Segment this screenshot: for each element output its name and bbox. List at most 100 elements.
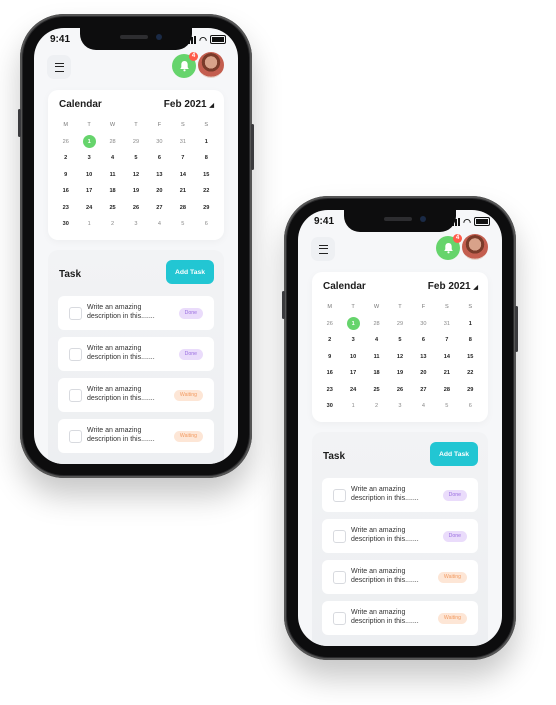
calendar-day[interactable]: 10: [77, 167, 100, 184]
calendar-day[interactable]: 29: [195, 200, 218, 217]
calendar-day[interactable]: 25: [365, 382, 388, 399]
task-checkbox[interactable]: [333, 571, 346, 584]
task-checkbox[interactable]: [69, 389, 82, 402]
calendar-day[interactable]: 17: [77, 183, 100, 200]
calendar-day[interactable]: 30: [54, 216, 77, 233]
calendar-day[interactable]: 31: [435, 316, 458, 333]
calendar-day[interactable]: 6: [459, 398, 482, 415]
calendar-day[interactable]: 31: [171, 134, 194, 151]
calendar-day[interactable]: 4: [101, 150, 124, 167]
task-checkbox[interactable]: [333, 530, 346, 543]
calendar-day[interactable]: 1: [341, 398, 364, 415]
task-item[interactable]: Write an amazing description in this....…: [322, 560, 478, 594]
calendar-day[interactable]: 5: [124, 150, 147, 167]
calendar-day[interactable]: 14: [171, 167, 194, 184]
task-checkbox[interactable]: [333, 612, 346, 625]
calendar-day[interactable]: 8: [195, 150, 218, 167]
task-checkbox[interactable]: [333, 489, 346, 502]
calendar-day[interactable]: 18: [365, 365, 388, 382]
calendar-day[interactable]: 4: [148, 216, 171, 233]
calendar-day[interactable]: 11: [365, 349, 388, 366]
task-item[interactable]: Write an amazing description in this....…: [58, 337, 214, 371]
calendar-day[interactable]: 11: [101, 167, 124, 184]
calendar-day[interactable]: 26: [124, 200, 147, 217]
calendar-day[interactable]: 15: [459, 349, 482, 366]
calendar-day[interactable]: 21: [171, 183, 194, 200]
calendar-day[interactable]: 26: [318, 316, 341, 333]
calendar-day[interactable]: 24: [341, 382, 364, 399]
calendar-day[interactable]: 13: [412, 349, 435, 366]
calendar-day[interactable]: 7: [435, 332, 458, 349]
calendar-day[interactable]: 8: [459, 332, 482, 349]
calendar-day[interactable]: 5: [171, 216, 194, 233]
calendar-day[interactable]: 14: [435, 349, 458, 366]
calendar-day[interactable]: 23: [54, 200, 77, 217]
calendar-day[interactable]: 18: [101, 183, 124, 200]
calendar-day[interactable]: 2: [365, 398, 388, 415]
calendar-day[interactable]: 30: [318, 398, 341, 415]
calendar-day[interactable]: 27: [412, 382, 435, 399]
calendar-day-selected[interactable]: 1: [77, 134, 100, 151]
task-item[interactable]: Write an amazing description in this....…: [322, 601, 478, 635]
calendar-day[interactable]: 16: [54, 183, 77, 200]
calendar-day[interactable]: 6: [195, 216, 218, 233]
calendar-day[interactable]: 26: [54, 134, 77, 151]
calendar-day[interactable]: 9: [318, 349, 341, 366]
task-checkbox[interactable]: [69, 348, 82, 361]
calendar-day[interactable]: 17: [341, 365, 364, 382]
calendar-day[interactable]: 13: [148, 167, 171, 184]
calendar-day[interactable]: 20: [412, 365, 435, 382]
notifications-button[interactable]: 4: [172, 52, 198, 78]
calendar-day[interactable]: 16: [318, 365, 341, 382]
avatar[interactable]: [198, 52, 224, 78]
calendar-day[interactable]: 22: [195, 183, 218, 200]
calendar-day[interactable]: 2: [54, 150, 77, 167]
task-checkbox[interactable]: [69, 430, 82, 443]
calendar-day[interactable]: 3: [388, 398, 411, 415]
menu-button[interactable]: [311, 237, 335, 261]
notifications-button[interactable]: 4: [436, 234, 462, 260]
calendar-day[interactable]: 7: [171, 150, 194, 167]
calendar-day[interactable]: 30: [148, 134, 171, 151]
calendar-day[interactable]: 26: [388, 382, 411, 399]
task-checkbox[interactable]: [69, 307, 82, 320]
calendar-day[interactable]: 23: [318, 382, 341, 399]
calendar-day-selected[interactable]: 1: [341, 316, 364, 333]
month-selector[interactable]: Feb 2021 ◢: [164, 99, 214, 110]
calendar-day[interactable]: 2: [318, 332, 341, 349]
calendar-day[interactable]: 19: [124, 183, 147, 200]
calendar-day[interactable]: 9: [54, 167, 77, 184]
calendar-day[interactable]: 10: [341, 349, 364, 366]
calendar-day[interactable]: 21: [435, 365, 458, 382]
calendar-day[interactable]: 4: [365, 332, 388, 349]
calendar-day[interactable]: 4: [412, 398, 435, 415]
calendar-day[interactable]: 29: [459, 382, 482, 399]
calendar-day[interactable]: 29: [388, 316, 411, 333]
month-selector[interactable]: Feb 2021 ◢: [428, 281, 478, 292]
calendar-day[interactable]: 22: [459, 365, 482, 382]
calendar-day[interactable]: 29: [124, 134, 147, 151]
avatar[interactable]: [462, 234, 488, 260]
calendar-day[interactable]: 12: [124, 167, 147, 184]
calendar-day[interactable]: 5: [388, 332, 411, 349]
calendar-day[interactable]: 30: [412, 316, 435, 333]
task-item[interactable]: Write an amazing description in this....…: [58, 378, 214, 412]
task-item[interactable]: Write an amazing description in this....…: [322, 478, 478, 512]
calendar-day[interactable]: 3: [77, 150, 100, 167]
calendar-day[interactable]: 5: [435, 398, 458, 415]
calendar-day[interactable]: 27: [148, 200, 171, 217]
calendar-day[interactable]: 12: [388, 349, 411, 366]
calendar-day[interactable]: 19: [388, 365, 411, 382]
task-item[interactable]: Write an amazing description in this....…: [322, 519, 478, 553]
calendar-day[interactable]: 25: [101, 200, 124, 217]
calendar-day[interactable]: 28: [365, 316, 388, 333]
add-task-button[interactable]: Add Task: [430, 442, 478, 466]
calendar-day[interactable]: 1: [459, 316, 482, 333]
task-item[interactable]: Write an amazing description in this....…: [58, 419, 214, 453]
calendar-day[interactable]: 20: [148, 183, 171, 200]
calendar-day[interactable]: 15: [195, 167, 218, 184]
calendar-day[interactable]: 6: [148, 150, 171, 167]
calendar-day[interactable]: 3: [124, 216, 147, 233]
calendar-day[interactable]: 1: [195, 134, 218, 151]
calendar-day[interactable]: 28: [101, 134, 124, 151]
